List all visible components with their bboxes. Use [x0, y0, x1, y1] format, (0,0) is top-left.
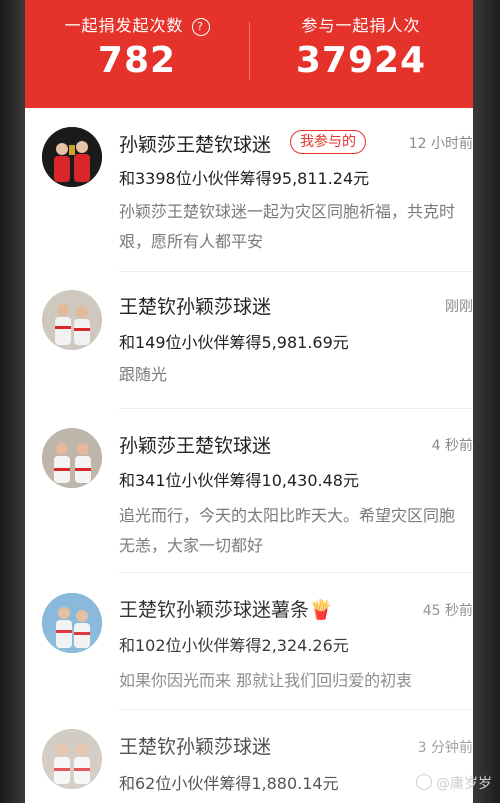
feed-item[interactable]: 王楚钦孙颖莎球迷 3 分钟前 和62位小伙伴筹得1,880.14元	[25, 710, 473, 803]
avatar	[42, 428, 102, 488]
donation-summary: 和149位小伙伴筹得5,981.69元	[119, 333, 349, 352]
watermark-logo-icon	[416, 774, 432, 790]
avatar	[42, 290, 102, 350]
feed-item[interactable]: 孙颖莎王楚钦球迷 我参与的 12 小时前 和3398位小伙伴筹得95,811.2…	[25, 108, 473, 272]
feed-item[interactable]: 王楚钦孙颖莎球迷 刚刚 和149位小伙伴筹得5,981.69元 跟随光	[25, 272, 473, 409]
donation-stats-header: 一起捐发起次数? 782 参与一起捐人次 37924	[25, 0, 473, 108]
timestamp: 12 小时前	[408, 136, 473, 152]
donation-message: 如果你因光而来 那就让我们回归爱的初衷	[119, 671, 413, 690]
left-frame	[0, 0, 25, 803]
participant-count-label: 参与一起捐人次	[301, 16, 421, 35]
initiated-count-label-text: 一起捐发起次数	[64, 16, 184, 35]
donation-message: 追光而行，今天的太阳比昨天大。希望灾区同胞无恙，大家一切都好	[119, 506, 456, 555]
fan-group-name: 王楚钦孙颖莎球迷	[119, 296, 272, 318]
donation-summary: 和3398位小伙伴筹得95,811.24元	[119, 169, 370, 188]
initiated-count-label: 一起捐发起次数?	[25, 12, 249, 36]
donation-message: 跟随光	[119, 365, 168, 384]
help-icon[interactable]: ?	[191, 18, 210, 36]
initiated-count-value: 782	[97, 40, 177, 81]
avatar	[42, 127, 102, 187]
my-participation-badge: 我参与的	[290, 130, 366, 154]
timestamp: 45 秒前	[422, 603, 473, 619]
initiated-count-stat: 一起捐发起次数? 782	[25, 0, 249, 108]
fan-group-name: 王楚钦孙颖莎球迷薯条🍟	[119, 599, 333, 621]
right-frame	[473, 0, 500, 803]
participant-count-stat: 参与一起捐人次 37924	[249, 0, 473, 108]
avatar	[42, 729, 102, 789]
donation-message: 孙颖莎王楚钦球迷一起为灾区同胞祈福，共克时艰，愿所有人都平安	[119, 202, 456, 251]
timestamp: 4 秒前	[431, 438, 473, 454]
donation-summary: 和341位小伙伴筹得10,430.48元	[119, 471, 359, 490]
timestamp: 刚刚	[445, 299, 473, 315]
watermark-text: @庸岁岁	[436, 776, 492, 792]
feed-item[interactable]: 王楚钦孙颖莎球迷薯条🍟 45 秒前 和102位小伙伴筹得2,324.26元 如果…	[25, 573, 473, 710]
feed-item[interactable]: 孙颖莎王楚钦球迷 4 秒前 和341位小伙伴筹得10,430.48元 追光而行，…	[25, 409, 473, 573]
app-screen: 一起捐发起次数? 782 参与一起捐人次 37924 孙颖莎王楚钦球迷 我参与的…	[25, 0, 473, 803]
fan-group-name: 孙颖莎王楚钦球迷	[119, 134, 272, 156]
donation-summary: 和62位小伙伴筹得1,880.14元	[119, 774, 339, 793]
donation-summary: 和102位小伙伴筹得2,324.26元	[119, 636, 349, 655]
fan-group-name: 王楚钦孙颖莎球迷	[119, 736, 272, 758]
avatar	[42, 593, 102, 653]
watermark: @庸岁岁	[416, 773, 492, 793]
participant-count-value: 37924	[295, 40, 427, 81]
timestamp: 3 分钟前	[417, 740, 473, 756]
fan-group-name: 孙颖莎王楚钦球迷	[119, 435, 272, 457]
